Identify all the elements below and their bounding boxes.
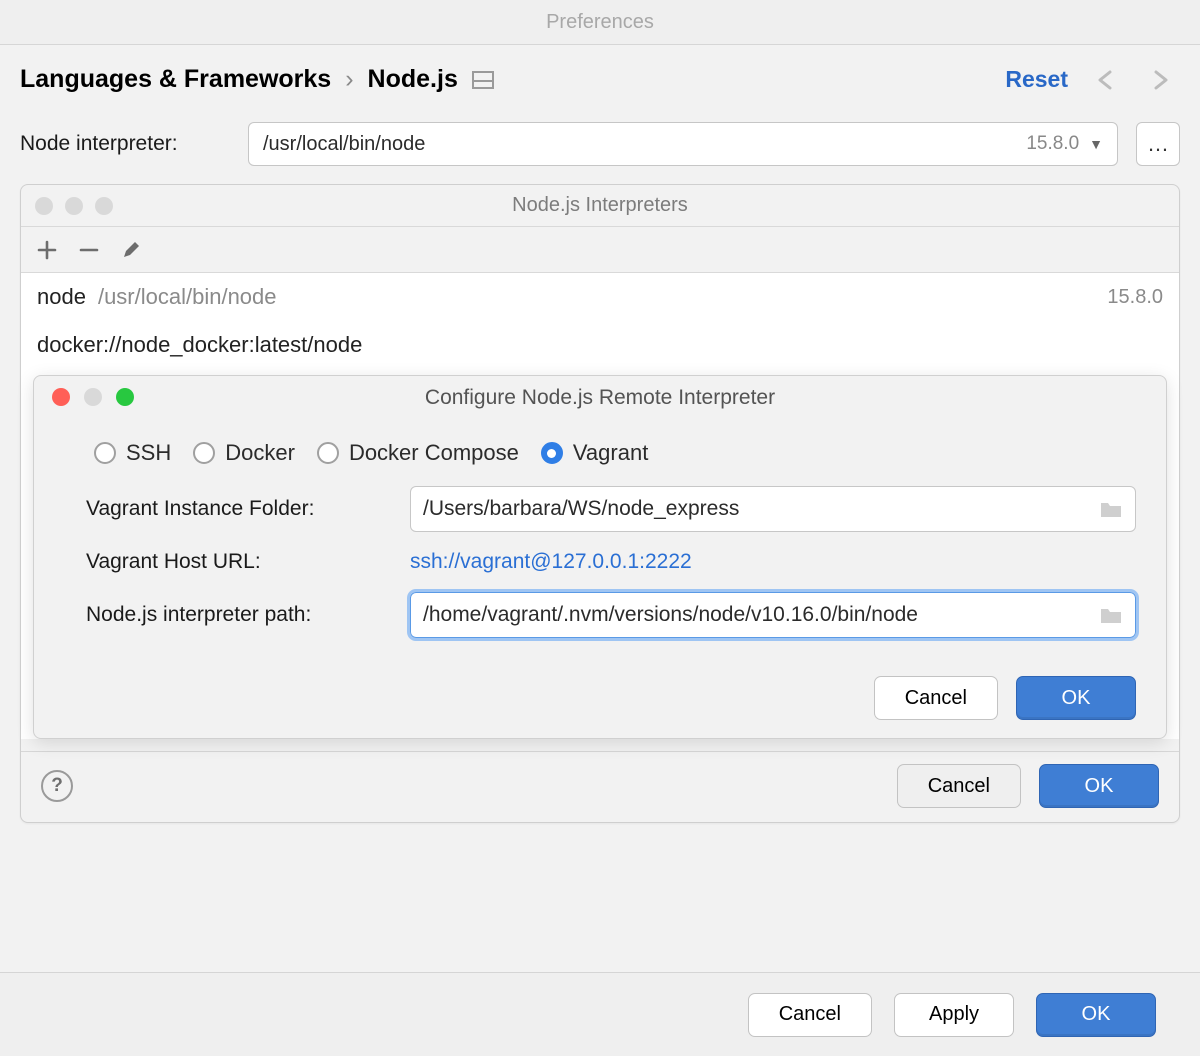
- apply-button[interactable]: Apply: [894, 993, 1014, 1037]
- radio-docker-compose[interactable]: Docker Compose: [317, 440, 519, 466]
- nodejs-interpreter-path-label: Node.js interpreter path:: [86, 603, 396, 627]
- interpreters-dialog-titlebar: Node.js Interpreters: [21, 185, 1179, 227]
- vagrant-host-url-label: Vagrant Host URL:: [86, 550, 396, 574]
- cancel-button[interactable]: Cancel: [748, 993, 872, 1037]
- remote-dialog-titlebar: Configure Node.js Remote Interpreter: [34, 376, 1166, 420]
- traffic-close-icon[interactable]: [52, 388, 70, 406]
- interpreter-name: docker://node_docker:latest/node: [37, 332, 362, 358]
- node-interpreter-row: Node interpreter: /usr/local/bin/node 15…: [0, 112, 1200, 180]
- vagrant-instance-folder-input[interactable]: /Users/barbara/WS/node_express: [410, 486, 1136, 532]
- traffic-lights: [52, 388, 134, 406]
- radio-indicator-icon: [94, 442, 116, 464]
- radio-indicator-icon: [541, 442, 563, 464]
- header: Languages & Frameworks › Node.js Reset: [0, 45, 1200, 112]
- nav-back-icon[interactable]: [1094, 70, 1120, 90]
- radio-indicator-icon: [317, 442, 339, 464]
- traffic-minimize-icon[interactable]: [84, 388, 102, 406]
- interpreter-name: node: [37, 284, 86, 310]
- interpreters-footer-buttons: Cancel OK: [897, 764, 1159, 808]
- traffic-close-icon[interactable]: [35, 197, 53, 215]
- radio-indicator-icon: [193, 442, 215, 464]
- traffic-minimize-icon[interactable]: [65, 197, 83, 215]
- ok-button[interactable]: OK: [1039, 764, 1159, 808]
- nodejs-interpreter-path-input[interactable]: /home/vagrant/.nvm/versions/node/v10.16.…: [410, 592, 1136, 638]
- traffic-zoom-icon[interactable]: [95, 197, 113, 215]
- radio-label: SSH: [126, 440, 171, 466]
- breadcrumb-separator: ›: [345, 65, 353, 94]
- interpreter-version: 15.8.0: [1107, 286, 1163, 309]
- node-interpreter-version-wrap: 15.8.0 ▼: [1026, 133, 1103, 155]
- remove-icon[interactable]: [79, 240, 99, 260]
- breadcrumb-root[interactable]: Languages & Frameworks: [20, 65, 331, 94]
- edit-icon[interactable]: [121, 240, 141, 260]
- remote-interpreter-dialog: Configure Node.js Remote Interpreter SSH…: [33, 375, 1167, 739]
- window-title-bar: Preferences: [0, 0, 1200, 45]
- interpreters-dialog-footer: ? Cancel OK: [21, 751, 1179, 822]
- radio-ssh[interactable]: SSH: [94, 440, 171, 466]
- vagrant-host-url-value[interactable]: ssh://vagrant@127.0.0.1:2222: [410, 550, 692, 574]
- add-icon[interactable]: [37, 240, 57, 260]
- browse-interpreters-button[interactable]: …: [1136, 122, 1180, 166]
- traffic-zoom-icon[interactable]: [116, 388, 134, 406]
- interpreters-dialog-title: Node.js Interpreters: [512, 194, 688, 217]
- nodejs-interpreter-path-value: /home/vagrant/.nvm/versions/node/v10.16.…: [423, 603, 918, 627]
- ellipsis-icon: …: [1147, 131, 1169, 157]
- breadcrumb-leaf: Node.js: [368, 65, 458, 94]
- help-icon[interactable]: ?: [41, 770, 73, 802]
- vagrant-instance-folder-label: Vagrant Instance Folder:: [86, 497, 396, 521]
- vagrant-host-url-row: Vagrant Host URL: ssh://vagrant@127.0.0.…: [34, 540, 1166, 582]
- radio-label: Docker Compose: [349, 440, 519, 466]
- radio-docker[interactable]: Docker: [193, 440, 295, 466]
- remote-dialog-footer: Cancel OK: [34, 646, 1166, 720]
- node-interpreter-value: /usr/local/bin/node: [263, 133, 425, 156]
- window-layout-icon[interactable]: [472, 71, 494, 89]
- cancel-button[interactable]: Cancel: [874, 676, 998, 720]
- node-interpreter-label: Node interpreter:: [20, 132, 230, 156]
- chevron-down-icon: ▼: [1089, 136, 1103, 152]
- radio-vagrant[interactable]: Vagrant: [541, 440, 648, 466]
- reset-button[interactable]: Reset: [1005, 66, 1068, 93]
- traffic-lights: [35, 197, 113, 215]
- list-item[interactable]: node /usr/local/bin/node 15.8.0: [21, 273, 1179, 321]
- interpreters-list: node /usr/local/bin/node 15.8.0 docker:/…: [21, 273, 1179, 739]
- remote-type-radio-group: SSH Docker Docker Compose Vagrant: [34, 420, 1166, 476]
- remote-dialog-title: Configure Node.js Remote Interpreter: [425, 386, 775, 410]
- node-interpreter-combo[interactable]: /usr/local/bin/node 15.8.0 ▼: [248, 122, 1118, 166]
- preferences-footer: Cancel Apply OK: [0, 972, 1200, 1056]
- ok-button[interactable]: OK: [1036, 993, 1156, 1037]
- window-title: Preferences: [546, 11, 654, 34]
- interpreters-toolbar: [21, 227, 1179, 273]
- nav-forward-icon[interactable]: [1146, 70, 1172, 90]
- vagrant-instance-folder-row: Vagrant Instance Folder: /Users/barbara/…: [34, 476, 1166, 540]
- nodejs-interpreter-path-row: Node.js interpreter path: /home/vagrant/…: [34, 582, 1166, 646]
- interpreter-path: /usr/local/bin/node: [98, 284, 277, 310]
- list-item[interactable]: docker://node_docker:latest/node: [21, 321, 1179, 369]
- node-interpreter-version: 15.8.0: [1026, 133, 1079, 155]
- ok-button[interactable]: OK: [1016, 676, 1136, 720]
- interpreters-dialog: Node.js Interpreters node /usr/local/bin…: [20, 184, 1180, 823]
- vagrant-instance-folder-value: /Users/barbara/WS/node_express: [423, 497, 739, 521]
- cancel-button[interactable]: Cancel: [897, 764, 1021, 808]
- header-actions: Reset: [1005, 66, 1172, 93]
- folder-icon[interactable]: [1099, 605, 1123, 625]
- breadcrumb: Languages & Frameworks › Node.js: [20, 65, 494, 94]
- folder-icon[interactable]: [1099, 499, 1123, 519]
- radio-label: Vagrant: [573, 440, 648, 466]
- radio-label: Docker: [225, 440, 295, 466]
